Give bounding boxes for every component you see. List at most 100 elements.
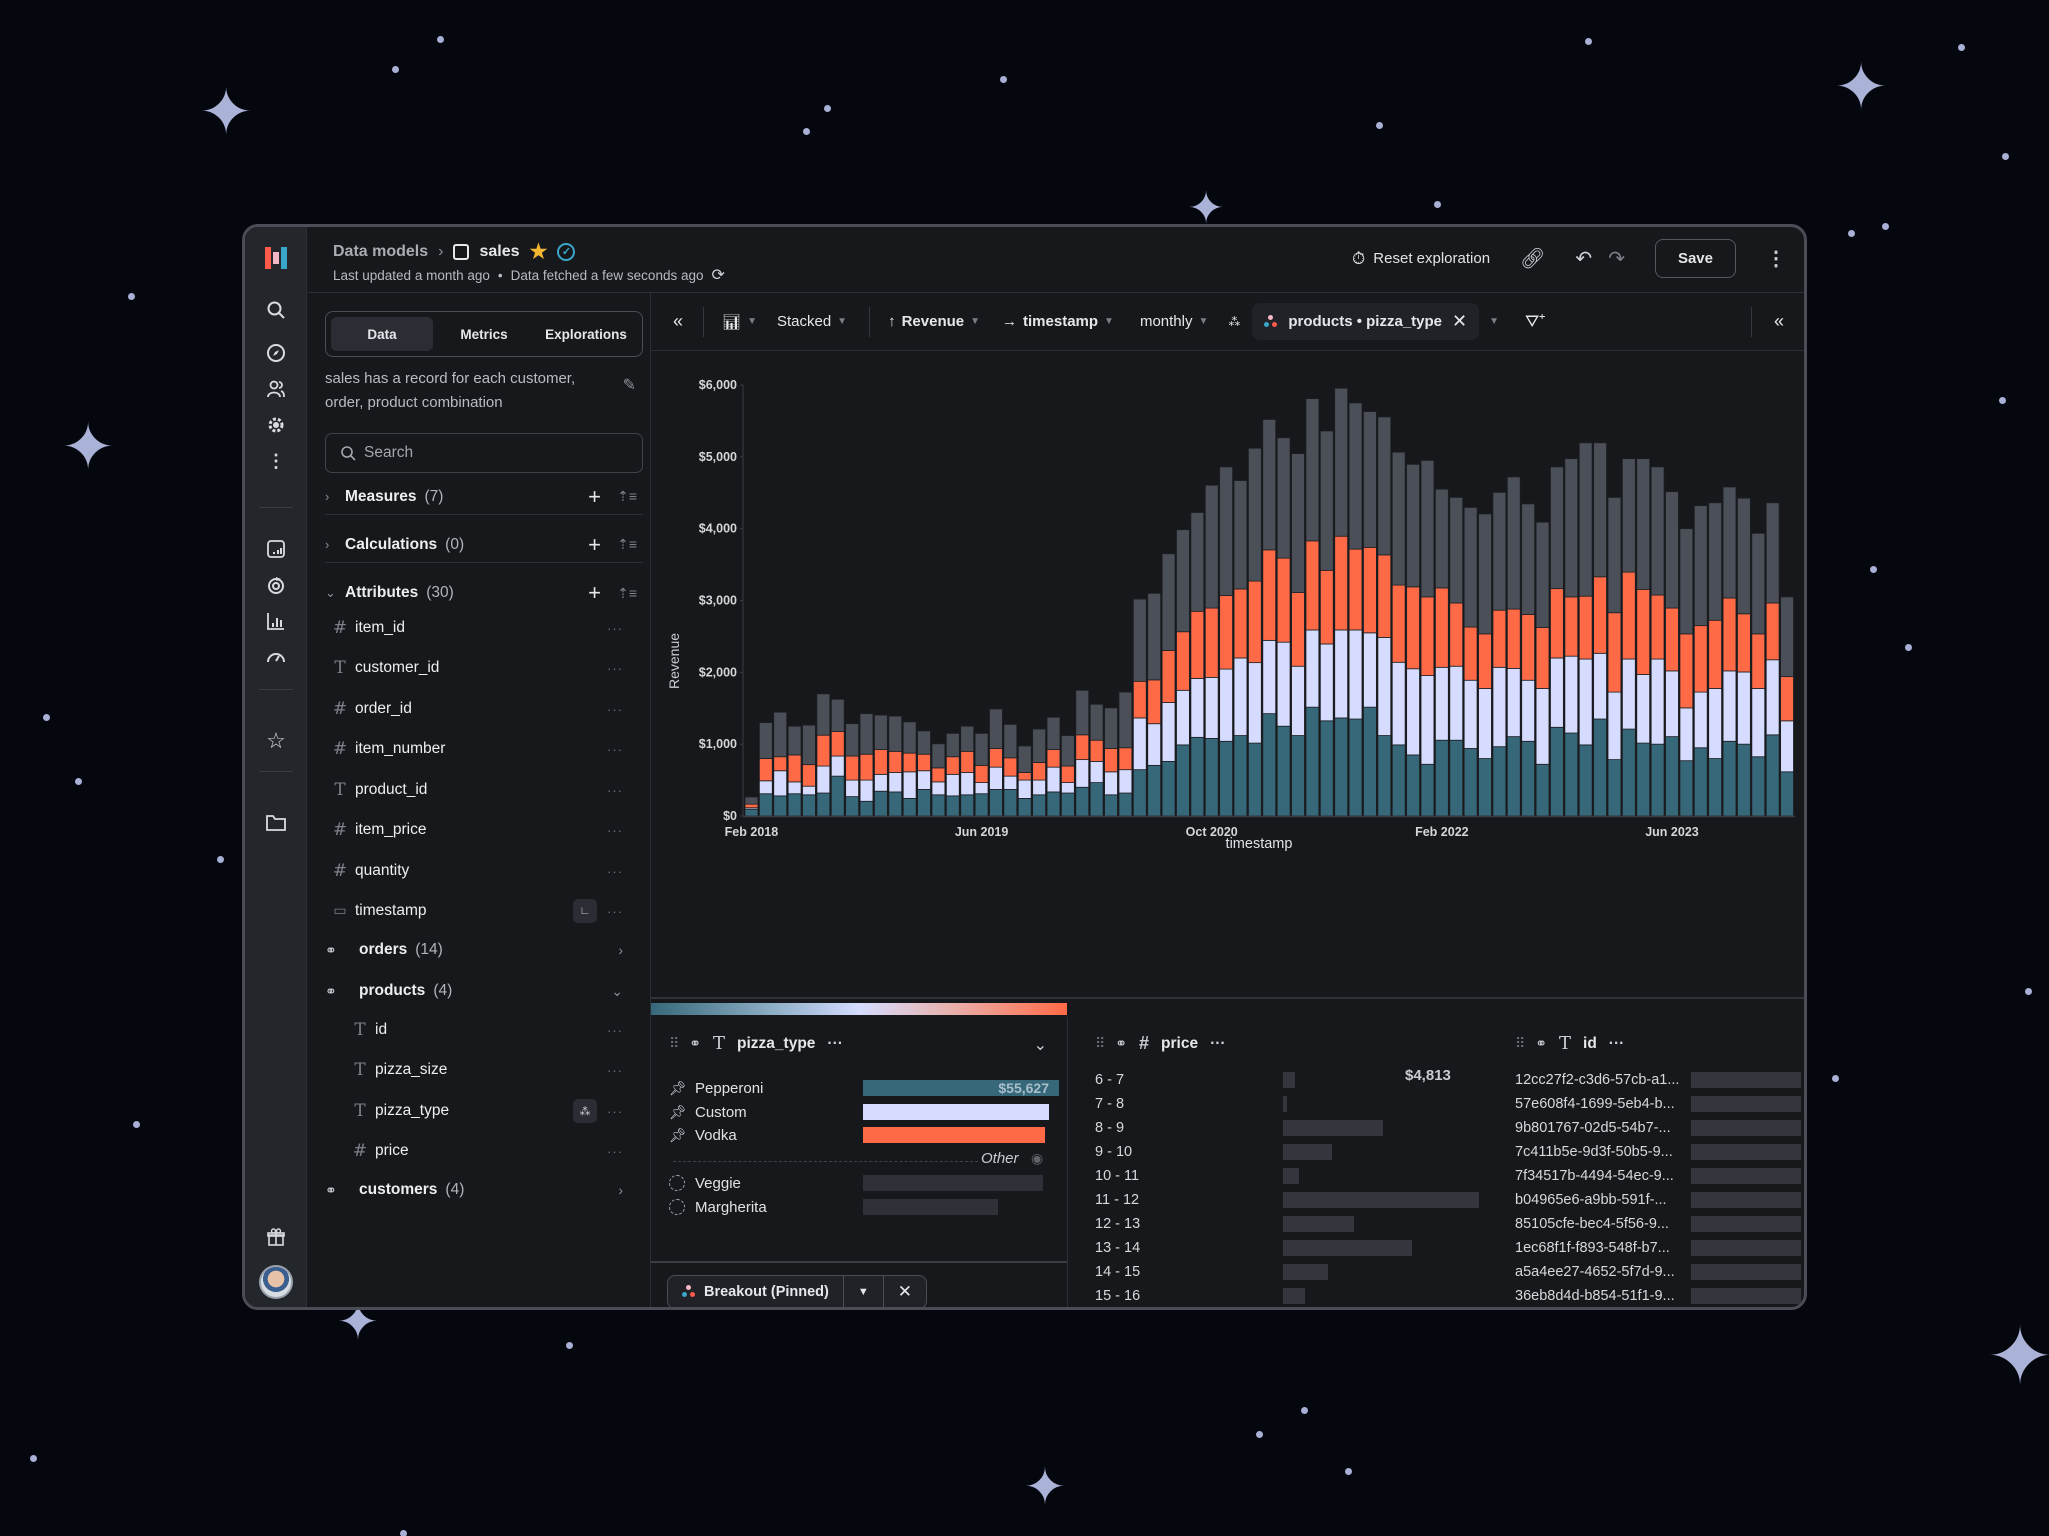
price-bucket-bar[interactable] bbox=[1283, 1264, 1329, 1280]
id-value[interactable]: a5a4ee27-4652-5f7d-9... bbox=[1515, 1261, 1675, 1283]
save-button[interactable]: Save bbox=[1654, 239, 1736, 278]
price-bucket-label[interactable]: 14 - 15 bbox=[1095, 1261, 1140, 1283]
bar-segment-pepperoni[interactable] bbox=[1046, 791, 1061, 817]
bar-stack[interactable] bbox=[1420, 460, 1435, 817]
sort-icon[interactable]: ⇡≡ bbox=[617, 536, 637, 553]
bar-segment-other[interactable] bbox=[1708, 502, 1722, 621]
gauge-icon[interactable] bbox=[245, 643, 307, 671]
bar-segment-custom[interactable] bbox=[902, 771, 917, 799]
bar-segment-vodka[interactable] bbox=[1780, 676, 1794, 722]
bar-segment-vodka[interactable] bbox=[1564, 596, 1579, 657]
price-bucket-label[interactable]: 8 - 9 bbox=[1095, 1117, 1124, 1139]
bar-stack[interactable] bbox=[1061, 735, 1075, 817]
bar-segment-custom[interactable] bbox=[1104, 771, 1118, 796]
bar-segment-pepperoni[interactable] bbox=[1751, 756, 1766, 817]
bar-segment-vodka[interactable] bbox=[1377, 554, 1392, 638]
bar-segment-custom[interactable] bbox=[1478, 688, 1492, 759]
bar-segment-other[interactable] bbox=[1391, 451, 1406, 586]
bar-segment-custom[interactable] bbox=[1593, 652, 1607, 720]
bar-segment-pepperoni[interactable] bbox=[1765, 734, 1780, 817]
bar-segment-vodka[interactable] bbox=[758, 758, 773, 782]
bar-segment-pepperoni[interactable] bbox=[1305, 706, 1320, 817]
bar-segment-custom[interactable] bbox=[1262, 639, 1277, 715]
bar-segment-other[interactable] bbox=[888, 715, 903, 752]
bar-segment-pepperoni[interactable] bbox=[1262, 713, 1277, 817]
bar-segment-custom[interactable] bbox=[989, 766, 1003, 790]
price-bucket-bar[interactable] bbox=[1283, 1120, 1383, 1136]
add-icon[interactable]: + bbox=[588, 580, 601, 606]
bar-stack[interactable] bbox=[1665, 491, 1679, 817]
bar-stack[interactable] bbox=[1104, 707, 1118, 817]
bar-segment-vodka[interactable] bbox=[1017, 772, 1032, 781]
bar-segment-vodka[interactable] bbox=[1521, 614, 1535, 681]
bar-stack[interactable] bbox=[1219, 466, 1233, 817]
bar-segment-pepperoni[interactable] bbox=[1535, 763, 1550, 817]
bar-segment-vodka[interactable] bbox=[931, 767, 946, 783]
bar-segment-custom[interactable] bbox=[1607, 691, 1622, 761]
bar-segment-vodka[interactable] bbox=[1248, 580, 1262, 664]
bar-segment-pepperoni[interactable] bbox=[960, 794, 975, 817]
bar-segment-pepperoni[interactable] bbox=[1061, 792, 1075, 817]
bar-stack[interactable] bbox=[874, 714, 888, 817]
pin-icon[interactable]: 📌︎ bbox=[669, 1080, 695, 1097]
breakout-close-button[interactable]: ✕ bbox=[884, 1276, 926, 1307]
bar-segment-custom[interactable] bbox=[1420, 675, 1435, 765]
bar-segment-vodka[interactable] bbox=[888, 750, 903, 773]
bar-segment-other[interactable] bbox=[989, 708, 1003, 749]
bar-stack[interactable] bbox=[1248, 447, 1262, 817]
more-icon[interactable]: ··· bbox=[607, 1104, 623, 1119]
bar-stack[interactable] bbox=[1780, 596, 1794, 817]
bar-segment-pepperoni[interactable] bbox=[1104, 794, 1118, 817]
price-bucket-bar[interactable] bbox=[1283, 1168, 1299, 1184]
bar-segment-custom[interactable] bbox=[1693, 691, 1708, 749]
bar-segment-custom[interactable] bbox=[1003, 775, 1018, 790]
more-icon[interactable]: ··· bbox=[607, 783, 623, 798]
bar-segment-other[interactable] bbox=[1506, 476, 1521, 610]
breakout-options[interactable]: ▼ bbox=[1489, 316, 1499, 327]
bar-stack[interactable] bbox=[845, 723, 859, 817]
bar-segment-other[interactable] bbox=[974, 732, 989, 766]
breadcrumb-data-models[interactable]: Data models bbox=[333, 243, 428, 261]
bar-segment-vodka[interactable] bbox=[1118, 747, 1133, 771]
attribute-pizza-type[interactable]: Tpizza_type ⁂ ··· bbox=[345, 1096, 643, 1126]
more-icon[interactable]: ··· bbox=[1609, 1035, 1625, 1053]
bar-stack[interactable] bbox=[1377, 416, 1392, 817]
bar-segment-pepperoni[interactable] bbox=[1089, 782, 1104, 817]
group-products[interactable]: ⚭ products (4) ⌄ bbox=[325, 976, 643, 1006]
bar-segment-other[interactable] bbox=[1665, 491, 1679, 609]
price-bucket-label[interactable]: 9 - 10 bbox=[1095, 1141, 1132, 1163]
bar-segment-pepperoni[interactable] bbox=[1291, 735, 1305, 817]
bar-segment-vodka[interactable] bbox=[1550, 588, 1564, 659]
compass-icon[interactable] bbox=[245, 339, 307, 367]
bar-segment-custom[interactable] bbox=[1190, 678, 1205, 738]
bar-segment-pepperoni[interactable] bbox=[845, 796, 859, 817]
bar-segment-vodka[interactable] bbox=[1233, 588, 1248, 659]
attribute-quantity[interactable]: # quantity ··· bbox=[325, 856, 643, 886]
price-bucket-label[interactable]: 15 - 16 bbox=[1095, 1285, 1140, 1307]
bar-segment-other[interactable] bbox=[1075, 689, 1090, 736]
bar-segment-vodka[interactable] bbox=[816, 734, 831, 767]
bar-stack[interactable] bbox=[1406, 463, 1420, 817]
bar-segment-custom[interactable] bbox=[1449, 665, 1464, 741]
bar-stack[interactable] bbox=[1564, 458, 1579, 817]
bar-segment-pepperoni[interactable] bbox=[1607, 759, 1622, 817]
bar-segment-custom[interactable] bbox=[1564, 655, 1579, 734]
drag-handle-icon[interactable]: ⠿ bbox=[669, 1035, 679, 1052]
legend-item-veggie[interactable]: Veggie bbox=[669, 1172, 741, 1194]
bar-segment-custom[interactable] bbox=[1061, 782, 1075, 794]
bar-segment-vodka[interactable] bbox=[1420, 596, 1435, 676]
bar-stack[interactable] bbox=[1593, 442, 1607, 817]
bar-segment-custom[interactable] bbox=[1348, 629, 1363, 720]
bar-stack[interactable] bbox=[960, 725, 975, 817]
bar-stack[interactable] bbox=[816, 693, 831, 817]
bar-segment-other[interactable] bbox=[874, 714, 888, 750]
bar-segment-custom[interactable] bbox=[931, 781, 946, 796]
bar-segment-pepperoni[interactable] bbox=[1722, 740, 1737, 817]
bar-segment-other[interactable] bbox=[1276, 437, 1291, 559]
bar-stack[interactable] bbox=[773, 711, 788, 817]
bar-segment-pepperoni[interactable] bbox=[1780, 771, 1794, 817]
search-input[interactable]: Search bbox=[325, 433, 643, 473]
bar-segment-other[interactable] bbox=[1291, 453, 1305, 593]
bar-stack[interactable] bbox=[802, 724, 816, 817]
attribute-item-number[interactable]: # item_number ··· bbox=[325, 734, 643, 764]
